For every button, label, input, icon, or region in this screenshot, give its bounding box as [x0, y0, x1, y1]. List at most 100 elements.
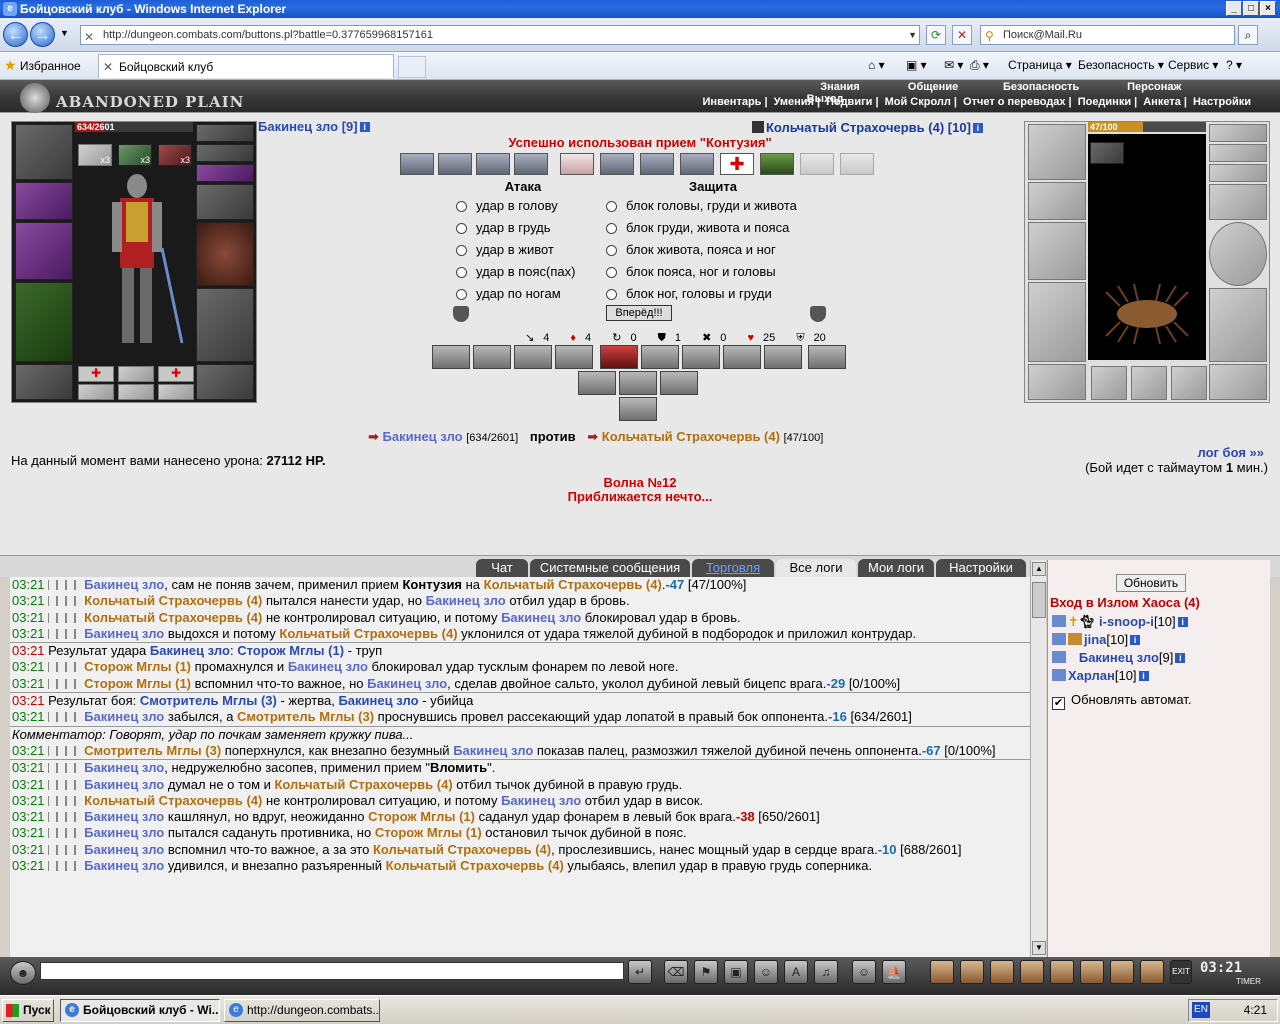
player-list-item[interactable]: jina[10] i: [1052, 632, 1141, 647]
log-character-name[interactable]: Бакинец зло: [501, 793, 581, 808]
scroll-thumb[interactable]: [1032, 582, 1046, 618]
attack-head-label[interactable]: удар в голову: [476, 198, 558, 213]
maximize-button[interactable]: □: [1243, 1, 1259, 16]
log-character-name[interactable]: Бакинец зло: [426, 593, 506, 608]
attack-legs-label[interactable]: удар по ногам: [476, 286, 561, 301]
attack-legs-radio[interactable]: [456, 289, 467, 300]
smiley-icon[interactable]: ☺: [852, 960, 876, 984]
enemy-name[interactable]: Кольчатый Страхочервь (4) [10] i: [752, 120, 983, 135]
log-character-name[interactable]: Сторож Мглы (1): [368, 809, 475, 824]
log-character-name[interactable]: Бакинец зло: [367, 676, 447, 691]
nav-character[interactable]: Персонаж: [1109, 81, 1199, 93]
potion-slot-2[interactable]: [118, 366, 154, 382]
legs-slot[interactable]: [196, 288, 254, 362]
log-character-name[interactable]: Кольчатый Страхочервь (4): [84, 793, 262, 808]
taskbar-item-ie-url[interactable]: e http://dungeon.combats...: [224, 999, 380, 1022]
player-list-item[interactable]: Бакинец зло[9] i: [1052, 650, 1186, 665]
skill-icon-4[interactable]: [514, 153, 548, 175]
rune-slot-3[interactable]: [158, 384, 194, 400]
block-5-label[interactable]: блок ног, головы и груди: [626, 286, 772, 301]
taskbar-item-ie-game[interactable]: e Бойцовский клуб - Wi...: [60, 999, 220, 1022]
log-character-name[interactable]: Сторож Мглы (1): [375, 825, 482, 840]
weapon-slot[interactable]: [15, 222, 73, 280]
gloves-slot[interactable]: [196, 184, 254, 220]
scroll-slot-3[interactable]: x3: [158, 144, 192, 166]
action-icon-2[interactable]: [473, 345, 511, 369]
refresh-icon[interactable]: ⟳: [926, 25, 946, 45]
stop-icon[interactable]: ✕: [952, 25, 972, 45]
url-field[interactable]: ✕ http://dungeon.combats.com/buttons.pl?…: [80, 25, 920, 45]
quick-item-1[interactable]: [930, 960, 954, 984]
action-icon-8[interactable]: [764, 345, 802, 369]
save-icon[interactable]: ▣: [724, 960, 748, 984]
empty-skill-slot-2[interactable]: [840, 153, 874, 175]
tab-chat[interactable]: Чат: [476, 559, 528, 577]
heart-skill-icon[interactable]: [560, 153, 594, 175]
nav-profile[interactable]: Анкета: [1140, 96, 1184, 108]
block-2-radio[interactable]: [606, 223, 617, 234]
log-character-name[interactable]: Смотритель Мглы (3): [140, 693, 277, 708]
search-input[interactable]: ⚲ Поиск@Mail.Ru: [980, 25, 1235, 45]
refresh-button[interactable]: Обновить: [1116, 574, 1186, 592]
scroll-down-icon[interactable]: ▼: [1032, 941, 1046, 955]
battle-log-link[interactable]: лог боя »»: [1197, 445, 1264, 460]
block-4-radio[interactable]: [606, 267, 617, 278]
potion-slot-3[interactable]: ✚: [158, 366, 194, 382]
scroll-slot-2[interactable]: x3: [118, 144, 152, 166]
log-character-name[interactable]: Сторож Мглы (1): [84, 659, 191, 674]
vs-enemy-name[interactable]: Кольчатый Страхочервь (4): [602, 429, 780, 444]
action-icon-10[interactable]: [578, 371, 616, 395]
forward-icon[interactable]: →: [30, 22, 55, 47]
quick-item-3[interactable]: [990, 960, 1014, 984]
skill-icon-3[interactable]: [476, 153, 510, 175]
nav-feats[interactable]: Подвиги: [823, 96, 875, 108]
log-character-name[interactable]: Кольчатый Страхочервь (4): [84, 593, 262, 608]
help-icon[interactable]: ? ▾: [1226, 58, 1242, 72]
amulet-slot[interactable]: [196, 144, 254, 162]
nav-social[interactable]: Общение: [893, 81, 973, 93]
exit-icon[interactable]: EXIT: [1170, 960, 1192, 984]
block-5-radio[interactable]: [606, 289, 617, 300]
action-icon-7[interactable]: [723, 345, 761, 369]
favorites-button[interactable]: ★ Избранное: [4, 57, 81, 74]
attack-belly-radio[interactable]: [456, 245, 467, 256]
send-icon[interactable]: ↵: [628, 960, 652, 984]
quick-item-4[interactable]: [1020, 960, 1044, 984]
person-icon[interactable]: ☺: [754, 960, 778, 984]
shield-slot[interactable]: [196, 222, 254, 286]
translit-icon[interactable]: A: [784, 960, 808, 984]
back-icon[interactable]: ←: [3, 22, 28, 47]
quick-item-8[interactable]: [1140, 960, 1164, 984]
minimize-button[interactable]: _: [1226, 1, 1242, 16]
log-character-name[interactable]: Бакинец зло: [338, 693, 418, 708]
ship-icon[interactable]: ⛵: [882, 960, 906, 984]
player-list-item[interactable]: ✝🐈︎ i-snoop-i[10] i: [1052, 614, 1188, 630]
security-menu[interactable]: Безопасность ▾: [1078, 58, 1164, 72]
skill-icon-5[interactable]: [600, 153, 634, 175]
rings-slot[interactable]: [196, 164, 254, 182]
log-character-name[interactable]: Бакинец зло: [84, 709, 164, 724]
nav-skills[interactable]: Умения: [771, 96, 817, 108]
action-icon-12[interactable]: [660, 371, 698, 395]
log-character-name[interactable]: Смотритель Мглы (3): [84, 743, 221, 758]
start-button[interactable]: Пуск: [2, 999, 54, 1022]
skill-icon-1[interactable]: [400, 153, 434, 175]
nav-settings[interactable]: Настройки: [1190, 96, 1254, 108]
block-2-label[interactable]: блок груди, живота и пояса: [626, 220, 789, 235]
skill-icon-2[interactable]: [438, 153, 472, 175]
attack-groin-label[interactable]: удар в пояс(пах): [476, 264, 575, 279]
smile-menu-icon[interactable]: ☻: [10, 961, 36, 985]
log-character-name[interactable]: Бакинец зло: [84, 825, 164, 840]
history-dropdown-icon[interactable]: ▼: [60, 28, 69, 38]
log-character-name[interactable]: Бакинец зло: [84, 626, 164, 641]
bracers-slot[interactable]: [15, 182, 73, 220]
go-button[interactable]: Вперёд!!!: [606, 305, 672, 321]
nav-transfer-report[interactable]: Отчет о переводах: [960, 96, 1069, 108]
action-icon-6[interactable]: [682, 345, 720, 369]
log-character-name[interactable]: Бакинец зло: [150, 643, 230, 658]
log-character-name[interactable]: Бакинец зло: [84, 858, 164, 873]
print-icon[interactable]: ⎙ ▾: [970, 58, 989, 73]
nav-my-scroll[interactable]: Мой Скролл: [882, 96, 954, 108]
skill-icon-6[interactable]: [640, 153, 674, 175]
new-tab-button[interactable]: [398, 56, 426, 78]
